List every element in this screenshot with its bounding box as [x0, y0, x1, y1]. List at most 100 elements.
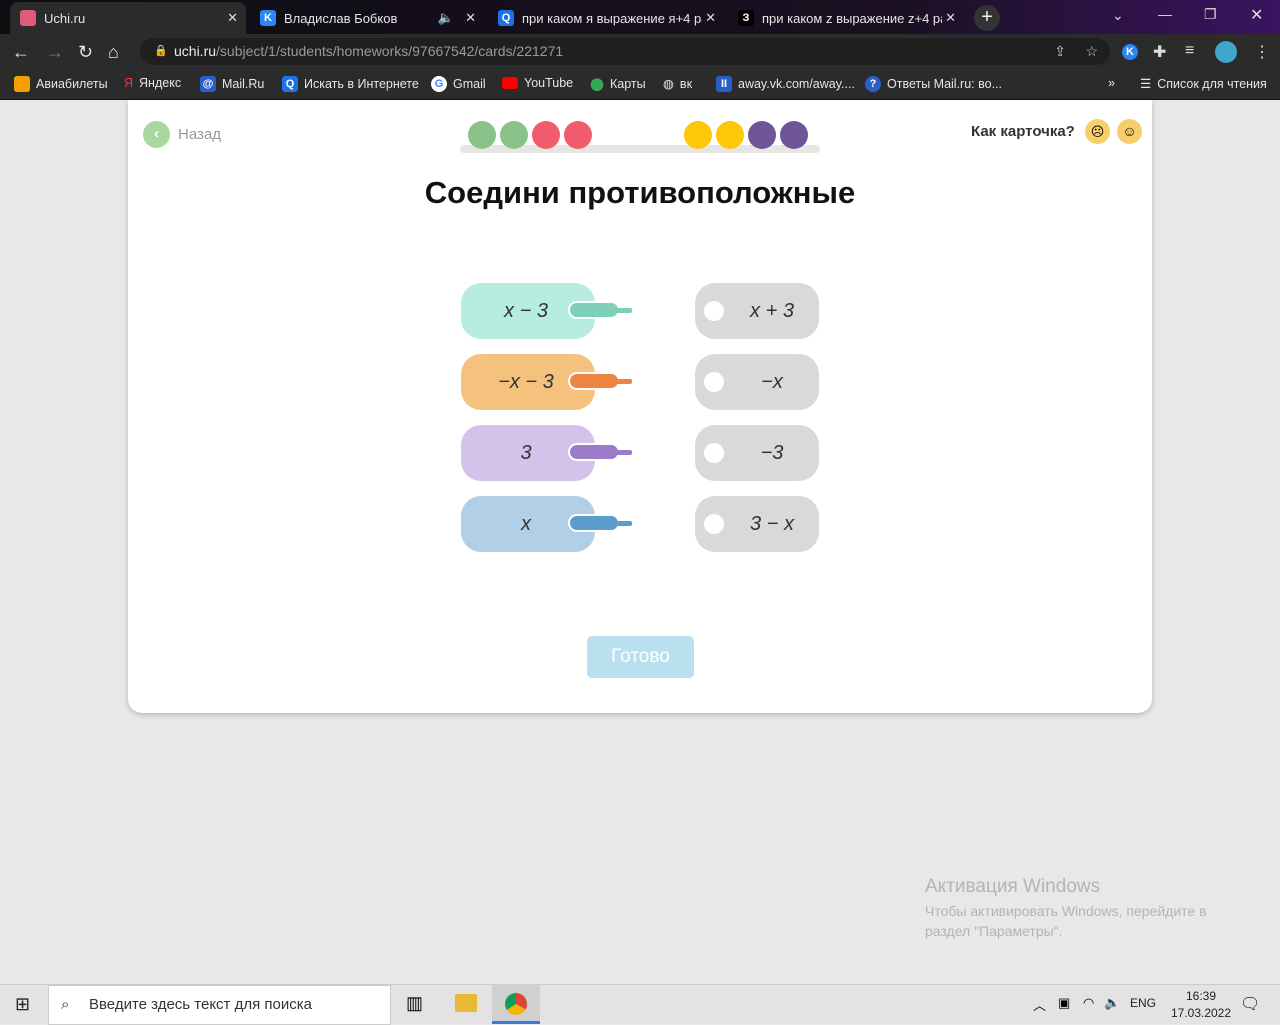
- right-card-text: x + 3: [750, 300, 794, 322]
- date: 17.03.2022: [1170, 1006, 1232, 1020]
- bookmark-label: Ответы Mail.ru: во...: [887, 77, 1002, 91]
- chrome-taskbar-button[interactable]: [492, 985, 540, 1024]
- task-view-icon[interactable]: ▥: [406, 993, 423, 1014]
- right-card[interactable]: x + 3: [695, 283, 819, 339]
- search-icon: Q: [282, 76, 298, 92]
- tab-vk[interactable]: K Владислав Бобков 🔈 ✕: [250, 2, 484, 34]
- bookmark[interactable]: II away.vk.com/away....: [716, 76, 855, 92]
- taskbar-search-input[interactable]: ⌕ Введите здесь текст для поиска: [48, 985, 391, 1025]
- back-button[interactable]: ‹ Назад: [143, 121, 221, 148]
- progress-dot: [564, 121, 592, 149]
- right-card[interactable]: −3: [695, 425, 819, 481]
- url-host: uchi.ru: [174, 43, 217, 59]
- bookmark[interactable]: ⬤ Карты: [590, 76, 646, 92]
- tab-uchi[interactable]: Uchi.ru ✕: [10, 2, 246, 34]
- vk-extension-icon[interactable]: K: [1122, 44, 1138, 60]
- chevron-up-icon[interactable]: ︿: [1033, 995, 1046, 1014]
- extensions-icon[interactable]: ✚: [1153, 42, 1166, 62]
- tab-title: Uchi.ru: [44, 10, 86, 26]
- activation-line: Чтобы активировать Windows, перейдите в: [925, 903, 1207, 919]
- close-icon[interactable]: ✕: [705, 10, 716, 26]
- forward-icon[interactable]: →: [46, 42, 64, 63]
- connection-point[interactable]: [704, 443, 724, 463]
- windows-start-icon[interactable]: ⊞: [15, 994, 30, 1015]
- tab-title: при каком я выражение я+4 ра: [522, 10, 702, 26]
- taskbar: ⊞ ⌕ Введите здесь текст для поиска ▥ ︿ ▣ …: [0, 984, 1280, 1025]
- star-icon[interactable]: ☆: [1085, 38, 1098, 65]
- bookmark-icon: [14, 76, 30, 92]
- youtube-icon: [502, 77, 518, 89]
- question-icon: ?: [865, 76, 881, 92]
- connection-point[interactable]: [704, 301, 724, 321]
- lock-icon: 🔒: [154, 45, 168, 57]
- pause-icon: II: [716, 76, 732, 92]
- tab-search-2[interactable]: Зпри каком z выражение z+4 ра ✕: [728, 2, 964, 34]
- smile-face-icon[interactable]: ☺: [1117, 119, 1142, 144]
- media-icon[interactable]: ≡: [1185, 42, 1194, 60]
- close-icon[interactable]: ✕: [465, 10, 476, 26]
- sad-face-icon[interactable]: ☹: [1085, 119, 1110, 144]
- connection-point[interactable]: [704, 514, 724, 534]
- notifications-icon[interactable]: 🗨: [1240, 994, 1260, 1014]
- bookmark[interactable]: Я Яндекс: [124, 76, 181, 90]
- clock[interactable]: 16:39 17.03.2022: [1166, 988, 1236, 1022]
- progress-dot: [468, 121, 496, 149]
- done-button[interactable]: Готово: [587, 636, 694, 678]
- bookmark-label: away.vk.com/away....: [738, 77, 855, 91]
- camera-icon[interactable]: ▣: [1058, 995, 1070, 1011]
- yandex-icon: Я: [124, 76, 134, 90]
- url-path: /subject/1/students/homeworks/97667542/c…: [216, 43, 564, 59]
- more-bookmarks-icon[interactable]: »: [1108, 76, 1115, 90]
- restore-button[interactable]: ❐: [1204, 6, 1217, 23]
- bookmark-label: YouTube: [524, 76, 574, 90]
- bookmarks-bar: Авиабилеты Я Яндекс @ Mail.Ru Q Искать в Ин…: [0, 68, 1280, 100]
- share-icon[interactable]: ⇪: [1054, 38, 1066, 65]
- back-icon[interactable]: ←: [12, 42, 30, 63]
- handle-tip: [616, 379, 632, 384]
- bookmark-label: Искать в Интернете: [304, 77, 419, 91]
- connector-handle[interactable]: [568, 372, 632, 392]
- menu-icon[interactable]: ⋮: [1254, 42, 1270, 62]
- volume-icon[interactable]: 🔈: [1104, 995, 1120, 1011]
- bookmark[interactable]: YouTube: [502, 76, 573, 90]
- file-explorer-icon[interactable]: [455, 994, 477, 1012]
- tab-search-chevron-icon[interactable]: ⌄: [1112, 7, 1124, 24]
- bookmark[interactable]: ? Ответы Mail.ru: во...: [865, 76, 1002, 92]
- close-window-button[interactable]: ✕: [1250, 5, 1263, 25]
- close-icon[interactable]: ✕: [945, 10, 956, 26]
- page-title: Соедини противоположные: [424, 175, 856, 210]
- bookmark[interactable]: Авиабилеты: [14, 76, 108, 92]
- connector-handle[interactable]: [568, 514, 632, 534]
- chrome-icon: [505, 993, 527, 1015]
- right-card[interactable]: −x: [695, 354, 819, 410]
- bookmark[interactable]: Q Искать в Интернете: [282, 76, 419, 92]
- reading-list[interactable]: ☰ Список для чтения: [1140, 76, 1267, 92]
- speaker-icon: 🔈: [437, 10, 454, 25]
- minimize-button[interactable]: —: [1158, 6, 1172, 22]
- right-card-text: 3 − x: [750, 513, 794, 535]
- handle-tip: [616, 521, 632, 526]
- connection-point[interactable]: [704, 372, 724, 392]
- right-card[interactable]: 3 − x: [695, 496, 819, 552]
- home-icon[interactable]: ⌂: [108, 42, 119, 63]
- progress-dot: [748, 121, 776, 149]
- avatar[interactable]: [1215, 41, 1237, 63]
- wifi-icon[interactable]: ◠: [1083, 995, 1094, 1011]
- language-indicator[interactable]: ENG: [1130, 996, 1156, 1010]
- bookmark[interactable]: G Gmail: [431, 76, 486, 92]
- bookmark[interactable]: @ Mail.Ru: [200, 76, 264, 92]
- search-icon: ⌕: [61, 996, 70, 1013]
- google-icon: G: [431, 76, 447, 92]
- connector-handle[interactable]: [568, 443, 632, 463]
- reload-icon[interactable]: ↻: [78, 42, 93, 63]
- progress-dot: [716, 121, 744, 149]
- tab-search-1[interactable]: Qпри каком я выражение я+4 ра ✕: [488, 2, 724, 34]
- new-tab-button[interactable]: +: [974, 5, 1000, 31]
- bookmark[interactable]: ◍ вк: [663, 76, 692, 92]
- tab-title: при каком z выражение z+4 ра: [762, 10, 942, 26]
- connector-handle[interactable]: [568, 301, 632, 321]
- reading-list-label: Список для чтения: [1157, 76, 1267, 91]
- globe-icon: ◍: [663, 77, 674, 91]
- address-bar[interactable]: 🔒 uchi.ru/subject/1/students/homeworks/97…: [140, 38, 1110, 65]
- close-icon[interactable]: ✕: [227, 10, 238, 26]
